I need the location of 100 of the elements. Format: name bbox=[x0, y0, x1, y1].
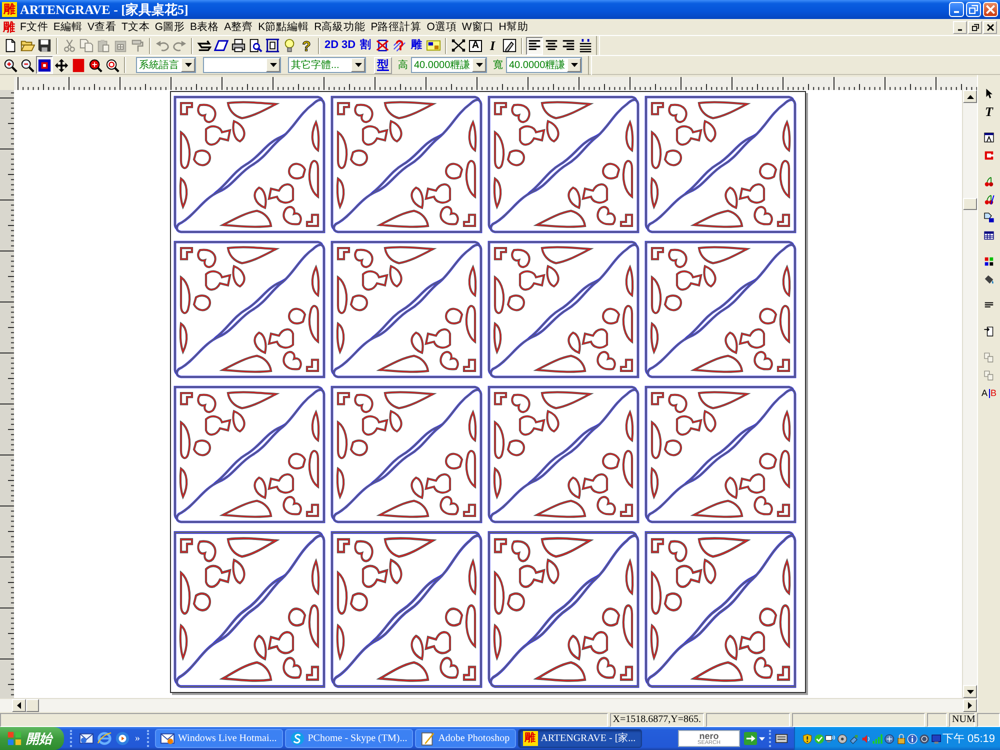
menu-item[interactable]: G圖形 bbox=[152, 20, 188, 34]
node-cross-icon bbox=[451, 38, 466, 53]
monitor-icon[interactable] bbox=[930, 732, 942, 744]
height-dropdown[interactable]: 40.0000糎謙 bbox=[411, 57, 487, 73]
caret-icon bbox=[570, 63, 578, 67]
scroll-right-button[interactable] bbox=[963, 699, 977, 712]
media-player-icon[interactable] bbox=[115, 731, 130, 746]
scroll-left-button[interactable] bbox=[12, 699, 26, 712]
taskbar-button[interactable]: Adobe Photoshop bbox=[415, 729, 516, 748]
bracket-icon bbox=[983, 150, 995, 160]
arrow-down-icon bbox=[966, 690, 974, 694]
height-label: 高 bbox=[398, 58, 408, 72]
taskbar-button[interactable]: 雕 ARTENGRAVE - [家... bbox=[518, 729, 642, 748]
warning-shield-icon[interactable] bbox=[802, 732, 813, 744]
disc-icon[interactable] bbox=[837, 732, 848, 744]
window-title: ARTENGRAVE - [家具桌花5] bbox=[20, 0, 190, 18]
square-icon bbox=[71, 58, 86, 72]
toolbar-button[interactable]: 割 bbox=[357, 36, 374, 54]
flag-icon bbox=[7, 731, 22, 746]
menu-item[interactable]: B表格 bbox=[188, 20, 222, 34]
font-dropdown[interactable]: 其它字體... bbox=[288, 57, 366, 73]
cherries-icon bbox=[983, 176, 995, 186]
toolbar-button[interactable]: 3D bbox=[340, 36, 357, 54]
caret-icon bbox=[476, 63, 482, 67]
monitor-signal-icon[interactable] bbox=[825, 732, 836, 744]
justify-button[interactable] bbox=[577, 36, 594, 54]
align-left-icon bbox=[527, 38, 542, 53]
mail-icon[interactable] bbox=[79, 731, 94, 746]
scroll-thumb[interactable] bbox=[963, 198, 977, 210]
toolbar-button[interactable] bbox=[450, 36, 467, 54]
four-squares-icon bbox=[983, 256, 995, 266]
info-icon[interactable] bbox=[907, 732, 918, 744]
text-tool-button[interactable]: T bbox=[980, 102, 998, 120]
app-logo: 雕 bbox=[2, 2, 17, 17]
check-icon[interactable] bbox=[814, 732, 824, 744]
caret-icon[interactable] bbox=[759, 736, 765, 740]
width-label: 寬 bbox=[493, 58, 503, 72]
lock-icon[interactable] bbox=[896, 732, 906, 744]
menu-item[interactable]: O選項 bbox=[424, 20, 459, 34]
caret-icon bbox=[270, 63, 276, 67]
language-dropdown[interactable]: 系統語言 bbox=[136, 57, 196, 73]
vertical-scrollbar[interactable] bbox=[962, 90, 977, 698]
toolbar-button[interactable]: 雕 bbox=[408, 36, 425, 54]
menu-item[interactable]: T文本 bbox=[119, 20, 152, 34]
go-button[interactable] bbox=[744, 732, 757, 745]
minimize-button[interactable] bbox=[953, 20, 967, 34]
folder-icon bbox=[20, 38, 35, 53]
scroll-thumb[interactable] bbox=[26, 699, 39, 712]
menu-item[interactable]: V查看 bbox=[85, 20, 118, 34]
menu-item[interactable]: E編輯 bbox=[51, 20, 84, 34]
menu-item[interactable]: R高級功能 bbox=[312, 20, 368, 34]
taskbar-button[interactable]: Windows Live Hotmai... bbox=[155, 729, 283, 748]
align-center-icon bbox=[544, 38, 559, 53]
menu-item[interactable]: A整齊 bbox=[222, 20, 256, 34]
device-icon[interactable] bbox=[848, 732, 860, 744]
italic-button[interactable]: I bbox=[484, 36, 501, 54]
menu-item[interactable]: H幫助 bbox=[496, 20, 530, 34]
scissors-icon bbox=[62, 38, 77, 53]
cursor-coordinates: X=1518.6877,Y=865. bbox=[610, 713, 704, 727]
caret-icon bbox=[184, 63, 192, 67]
toolbar-button[interactable]: 2D bbox=[323, 36, 340, 54]
horizontal-scrollbar[interactable] bbox=[0, 698, 977, 712]
scroll-down-button[interactable] bbox=[963, 685, 977, 698]
more-button[interactable]: » bbox=[135, 733, 140, 744]
menu-item[interactable]: P路徑計算 bbox=[368, 20, 424, 34]
align-left-button[interactable] bbox=[526, 36, 543, 54]
toolbar-button[interactable] bbox=[374, 36, 391, 54]
arrow-left-icon bbox=[17, 702, 21, 709]
cherries-pen-icon bbox=[983, 194, 995, 204]
menu-item[interactable]: F文件 bbox=[18, 20, 50, 34]
panel-icon[interactable] bbox=[775, 732, 788, 745]
start-button[interactable]: 開始 bbox=[0, 727, 64, 750]
network-globe-icon[interactable] bbox=[884, 732, 895, 744]
clock: 下午 05:19 bbox=[942, 732, 996, 746]
go-arrow-icon bbox=[744, 732, 757, 745]
print-preview-button[interactable] bbox=[247, 36, 264, 54]
ring-icon[interactable] bbox=[919, 732, 930, 744]
taskbar-button[interactable]: PChome - Skype (TM)... bbox=[284, 729, 414, 748]
toolbar-button[interactable]: A B bbox=[980, 384, 998, 402]
restore-button[interactable] bbox=[968, 20, 982, 34]
menu-item[interactable]: K節點編輯 bbox=[256, 20, 312, 34]
width-dropdown[interactable]: 40.0000糎謙 bbox=[506, 57, 582, 73]
status-pane bbox=[977, 713, 1000, 727]
pan-button[interactable] bbox=[53, 56, 70, 74]
close-button[interactable] bbox=[983, 20, 997, 34]
zoom-page-button[interactable] bbox=[36, 56, 53, 74]
save-button[interactable] bbox=[36, 36, 53, 54]
print-button[interactable] bbox=[230, 36, 247, 54]
toolbar-button[interactable] bbox=[264, 36, 281, 54]
minimize-icon bbox=[958, 28, 962, 30]
chip-icon bbox=[426, 38, 441, 53]
menu-item[interactable]: W窗口 bbox=[460, 20, 496, 34]
size-dropdown[interactable] bbox=[203, 57, 281, 73]
toolbar-button[interactable] bbox=[501, 36, 518, 54]
zoom-in-icon bbox=[3, 58, 18, 72]
speaker-icon[interactable] bbox=[860, 732, 872, 744]
scroll-up-button[interactable] bbox=[963, 90, 977, 103]
browser-icon[interactable] bbox=[97, 731, 112, 746]
hatched-swirl-icon bbox=[392, 38, 407, 53]
type-button[interactable]: 型 bbox=[374, 56, 392, 74]
